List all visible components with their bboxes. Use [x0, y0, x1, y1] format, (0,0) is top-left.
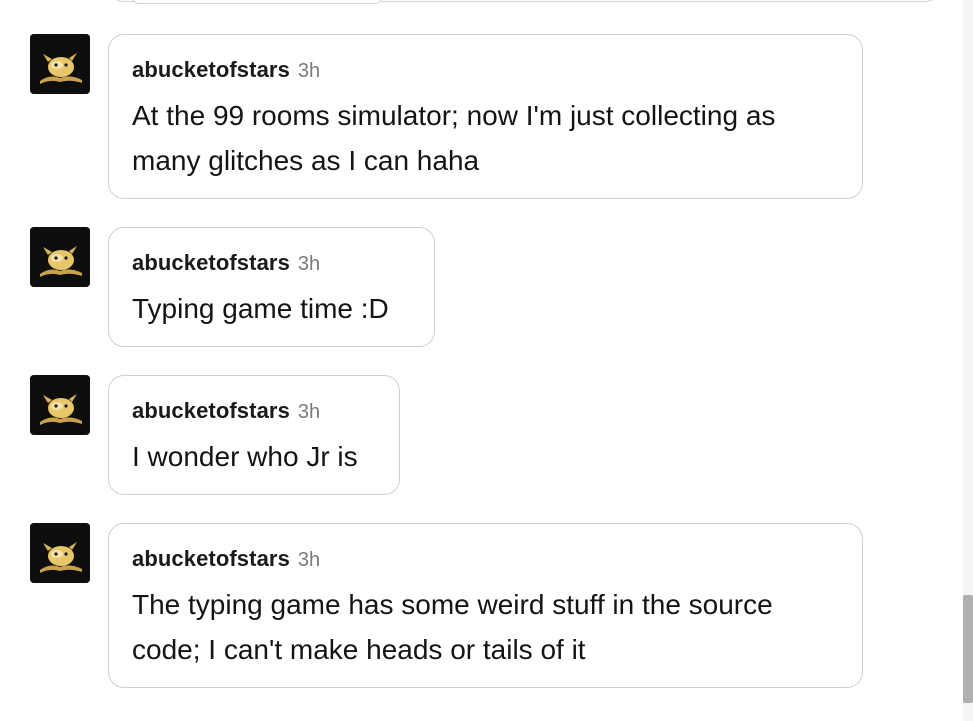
message-bubble: abucketofstars 3h At the 99 rooms simula…: [108, 34, 863, 199]
timestamp: 3h: [297, 401, 321, 423]
octopus-creature-avatar-icon: [30, 227, 90, 287]
message-meta: abucketofstars 3h: [132, 57, 838, 83]
timestamp: 3h: [297, 549, 321, 571]
octopus-creature-avatar-icon: [30, 523, 90, 583]
avatar[interactable]: [30, 227, 90, 287]
message-meta: abucketofstars 3h: [132, 250, 410, 276]
octopus-creature-avatar-icon: [30, 375, 90, 435]
message-bubble: abucketofstars 3h Typing game time :D: [108, 227, 435, 347]
timestamp: 3h: [297, 253, 321, 275]
username[interactable]: abucketofstars: [132, 250, 290, 276]
message-meta: abucketofstars 3h: [132, 546, 838, 572]
message-text: Typing game time :D: [132, 293, 389, 324]
previous-message-attachment: [130, 0, 384, 4]
message-text: At the 99 rooms simulator; now I'm just …: [132, 100, 776, 176]
message-bubble: abucketofstars 3h I wonder who Jr is: [108, 375, 400, 495]
avatar[interactable]: [30, 523, 90, 583]
username[interactable]: abucketofstars: [132, 57, 290, 83]
avatar[interactable]: [30, 34, 90, 94]
timestamp: 3h: [297, 60, 321, 82]
avatar[interactable]: [30, 375, 90, 435]
message-text: The typing game has some weird stuff in …: [132, 589, 773, 665]
message-text: I wonder who Jr is: [132, 441, 358, 472]
username[interactable]: abucketofstars: [132, 398, 290, 424]
message-meta: abucketofstars 3h: [132, 398, 375, 424]
message-bubble: abucketofstars 3h The typing game has so…: [108, 523, 863, 688]
username[interactable]: abucketofstars: [132, 546, 290, 572]
scrollbar-thumb[interactable]: [963, 595, 973, 703]
chat-thread: abucketofstars 3h At the 99 rooms simula…: [0, 0, 973, 721]
octopus-creature-avatar-icon: [30, 34, 90, 94]
